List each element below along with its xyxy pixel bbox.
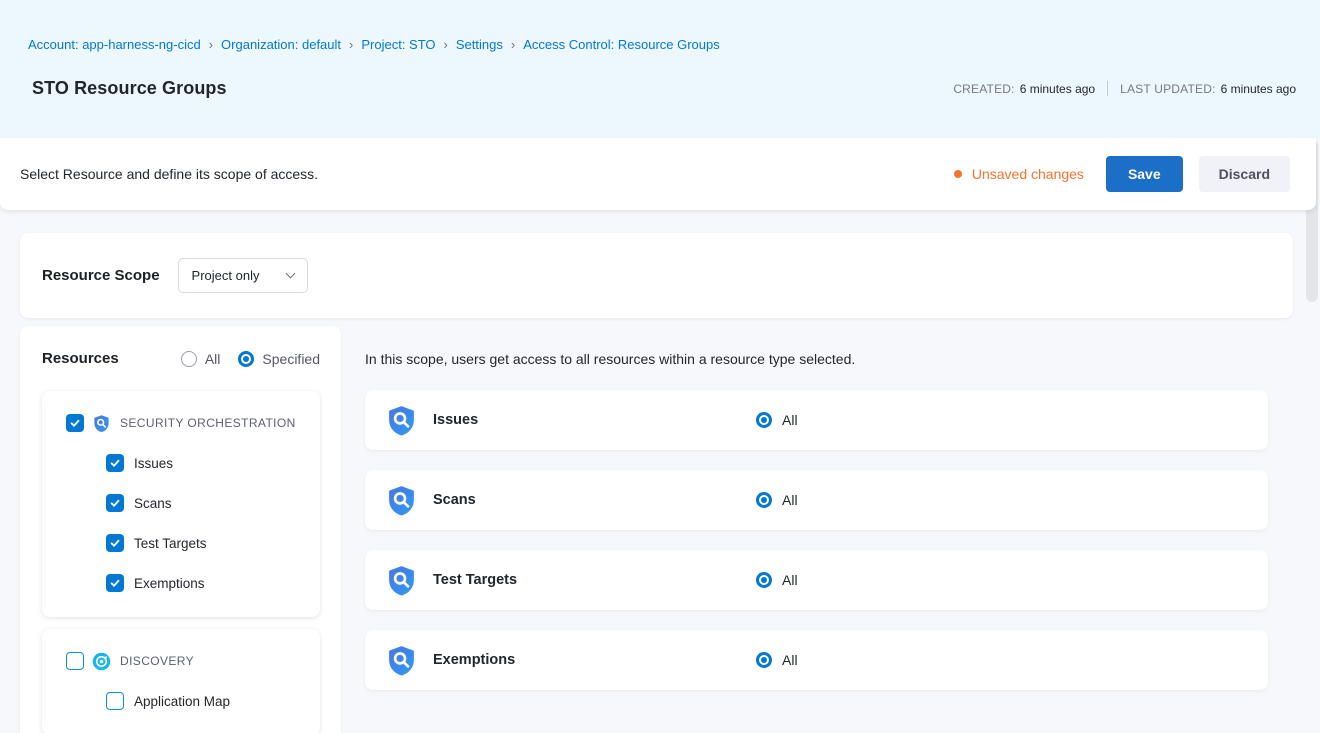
scope-helper-text: In this scope, users get access to all r… (365, 350, 1268, 368)
resource-group-discovery: DISCOVERY Application Map (42, 629, 320, 733)
access-radio-all[interactable]: All (756, 412, 798, 428)
chevron-down-icon (285, 269, 295, 279)
checkbox-exemptions[interactable] (106, 574, 124, 592)
group-label: DISCOVERY (120, 654, 194, 668)
tree-parent-row: DISCOVERY (66, 651, 308, 671)
checkbox-discovery[interactable] (66, 652, 84, 670)
resource-card-title: Scans (433, 492, 756, 508)
tree-item-label: Test Targets (134, 536, 207, 551)
tree-item-scans: Scans (106, 493, 308, 513)
resource-group-security-orchestration: SECURITY ORCHESTRATION Issues Scans (42, 391, 320, 617)
resource-card-title: Issues (433, 412, 756, 428)
toolbar-actions: Unsaved changes Save Discard (954, 156, 1290, 192)
page: Account: app-harness-ng-cicd › Organizat… (0, 0, 1320, 733)
discard-button[interactable]: Discard (1199, 156, 1290, 192)
checkbox-application-map[interactable] (106, 692, 124, 710)
body-row: Resources All Specified (20, 326, 1320, 733)
access-label: All (782, 652, 798, 668)
resource-card-title: Exemptions (433, 652, 756, 668)
chevron-right-icon: › (444, 38, 448, 52)
chevron-right-icon: › (209, 38, 213, 52)
tree-item-label: Application Map (134, 694, 230, 709)
radio-selected-icon[interactable] (756, 652, 772, 668)
radio-selected-icon[interactable] (238, 351, 254, 367)
breadcrumb-link-organization[interactable]: Organization: default (221, 37, 341, 53)
tree-item-label: Exemptions (134, 576, 205, 591)
radio-selected-icon[interactable] (756, 412, 772, 428)
checkbox-security-orchestration[interactable] (66, 414, 84, 432)
checkbox-test-targets[interactable] (106, 534, 124, 552)
radio-selected-icon[interactable] (756, 572, 772, 588)
breadcrumb: Account: app-harness-ng-cicd › Organizat… (0, 0, 1320, 53)
shield-search-icon (385, 644, 418, 677)
shield-search-icon (385, 404, 418, 437)
resources-title: Resources (42, 350, 163, 367)
resource-scope-select[interactable]: Project only (178, 258, 308, 293)
resource-access-list: In this scope, users get access to all r… (365, 326, 1268, 710)
checkbox-issues[interactable] (106, 454, 124, 472)
radio-selected-icon[interactable] (756, 492, 772, 508)
tree-item-label: Issues (134, 456, 173, 471)
radio-specified-label: Specified (262, 351, 320, 367)
resources-panel: Resources All Specified (20, 326, 341, 733)
created-value: 6 minutes ago (1020, 82, 1095, 96)
access-label: All (782, 492, 798, 508)
meta-info: CREATED: 6 minutes ago LAST UPDATED: 6 m… (953, 81, 1296, 96)
tree-item-issues: Issues (106, 453, 308, 473)
resources-header: Resources All Specified (42, 350, 320, 367)
chevron-right-icon: › (349, 38, 353, 52)
shield-search-icon (92, 414, 111, 433)
access-label: All (782, 572, 798, 588)
resource-card-title: Test Targets (433, 572, 756, 588)
access-label: All (782, 412, 798, 428)
unsaved-dot-icon (954, 170, 962, 178)
resources-radio-specified[interactable]: Specified (238, 351, 320, 367)
group-label: SECURITY ORCHESTRATION (120, 416, 296, 430)
resource-card-test-targets: Test Targets All (365, 550, 1268, 610)
tree-item-exemptions: Exemptions (106, 573, 308, 593)
page-header: Account: app-harness-ng-cicd › Organizat… (0, 0, 1320, 138)
tree-parent-row: SECURITY ORCHESTRATION (66, 413, 308, 433)
resource-card-exemptions: Exemptions All (365, 630, 1268, 690)
access-radio-all[interactable]: All (756, 572, 798, 588)
access-radio-all[interactable]: All (756, 492, 798, 508)
tree-item-label: Scans (134, 496, 172, 511)
checkbox-scans[interactable] (106, 494, 124, 512)
unsaved-changes-label: Unsaved changes (972, 166, 1084, 182)
title-row: STO Resource Groups CREATED: 6 minutes a… (0, 78, 1320, 99)
tree-item-application-map: Application Map (106, 691, 308, 711)
resource-card-issues: Issues All (365, 390, 1268, 450)
resource-scope-label: Resource Scope (42, 267, 160, 284)
chevron-right-icon: › (511, 38, 515, 52)
breadcrumb-link-access-control[interactable]: Access Control: Resource Groups (523, 37, 720, 53)
scrollbar[interactable] (1306, 138, 1318, 733)
radio-unselected-icon[interactable] (181, 351, 197, 367)
access-radio-all[interactable]: All (756, 652, 798, 668)
last-updated-label: LAST UPDATED: (1120, 82, 1216, 96)
resource-scope-card: Resource Scope Project only (20, 233, 1293, 318)
breadcrumb-link-settings[interactable]: Settings (456, 37, 503, 53)
toolbar-description: Select Resource and define its scope of … (20, 166, 318, 182)
divider (1107, 81, 1108, 96)
resources-radio-all[interactable]: All (181, 351, 221, 367)
discovery-icon (92, 652, 111, 671)
toolbar: Select Resource and define its scope of … (0, 138, 1316, 210)
resource-card-scans: Scans All (365, 470, 1268, 530)
radio-all-label: All (205, 351, 221, 367)
breadcrumb-link-account[interactable]: Account: app-harness-ng-cicd (28, 37, 201, 53)
content: Resource Scope Project only Resources Al… (0, 210, 1320, 733)
shield-search-icon (385, 484, 418, 517)
shield-search-icon (385, 564, 418, 597)
page-title: STO Resource Groups (32, 78, 227, 99)
resource-scope-value: Project only (192, 268, 260, 283)
last-updated-value: 6 minutes ago (1221, 82, 1296, 96)
created-label: CREATED: (953, 82, 1014, 96)
breadcrumb-link-project[interactable]: Project: STO (361, 37, 435, 53)
save-button[interactable]: Save (1106, 156, 1183, 192)
tree-item-test-targets: Test Targets (106, 533, 308, 553)
